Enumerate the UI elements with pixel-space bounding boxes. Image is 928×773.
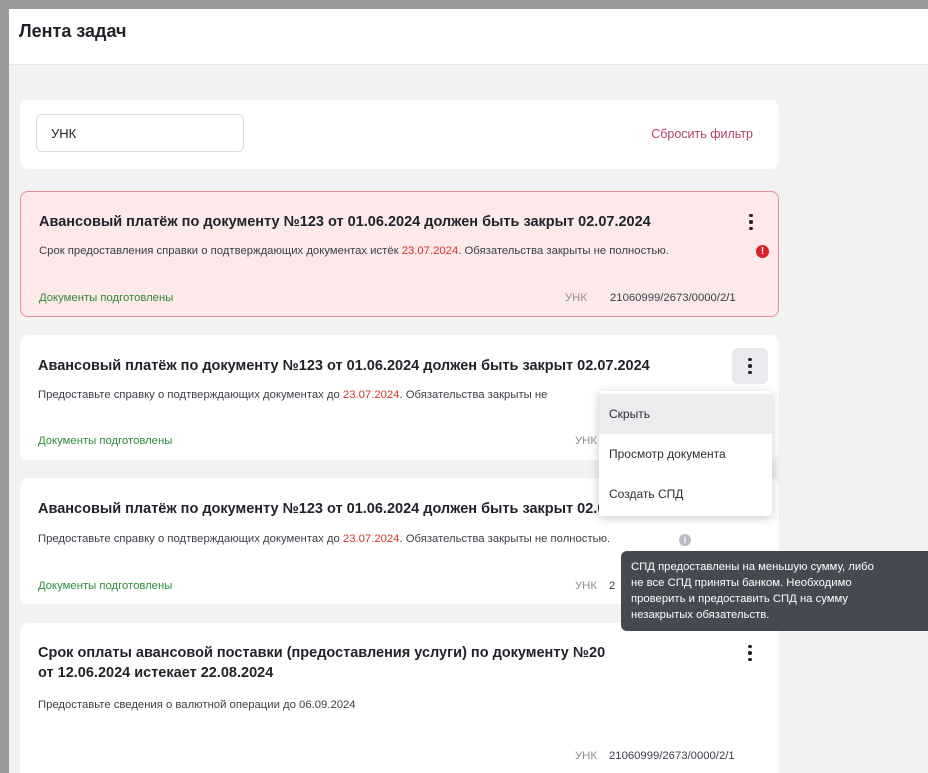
task-status: Документы подготовлены bbox=[39, 292, 174, 304]
tooltip-line: проверить и предоставить СПД на сумму bbox=[631, 593, 849, 605]
task-context-menu: Скрыть Просмотр документа Создать СПД bbox=[599, 391, 772, 516]
tooltip-line: не все СПД приняты банком. Необходимо bbox=[631, 577, 852, 589]
tooltip-line: СПД предоставлены на меньшую сумму, либо bbox=[631, 561, 874, 573]
task-title[interactable]: Срок оплаты авансовой поставки (предоста… bbox=[38, 643, 605, 683]
filter-panel: Сбросить фильтр bbox=[20, 100, 779, 169]
more-vertical-icon bbox=[748, 644, 752, 662]
tooltip-line: незакрытых обязательств. bbox=[631, 609, 770, 621]
more-vertical-icon bbox=[748, 357, 752, 375]
task-card: Авансовый платёж по документу №123 от 01… bbox=[20, 191, 779, 317]
unk-label: УНК bbox=[575, 435, 597, 447]
task-title-line: Срок оплаты авансовой поставки (предоста… bbox=[38, 645, 606, 661]
reset-filter-link[interactable]: Сбросить фильтр bbox=[651, 127, 753, 141]
deadline-date: 23.07.2024 bbox=[401, 245, 459, 257]
menu-item-create-spd[interactable]: Создать СПД bbox=[599, 474, 772, 514]
task-title[interactable]: Авансовый платёж по документу №123 от 01… bbox=[38, 356, 650, 376]
unk-value: 21060999/2673/0000/2/1 bbox=[610, 292, 736, 304]
page-header: Лента задач bbox=[9, 9, 928, 65]
task-description: Предоставьте справку о подтверждающих до… bbox=[38, 389, 548, 401]
info-tooltip: СПД предоставлены на меньшую сумму, либо… bbox=[621, 551, 928, 631]
task-status: Документы подготовлены bbox=[38, 580, 173, 592]
error-icon: ! bbox=[756, 245, 769, 258]
app-window: Лента задач Сбросить фильтр Авансовый пл… bbox=[9, 9, 928, 773]
unk-label: УНК bbox=[575, 750, 597, 762]
deadline-date: 23.07.2024 bbox=[342, 533, 400, 545]
deadline-date: 23.07.2024 bbox=[342, 389, 400, 401]
menu-item-hide[interactable]: Скрыть bbox=[599, 394, 772, 434]
task-menu-button[interactable] bbox=[732, 635, 768, 671]
unk-label: УНК bbox=[575, 580, 597, 592]
page-title: Лента задач bbox=[19, 21, 127, 41]
task-title[interactable]: Авансовый платёж по документу №123 от 01… bbox=[38, 499, 634, 519]
task-description: Предоставьте справку о подтверждающих до… bbox=[38, 533, 611, 545]
unk-label: УНК bbox=[565, 292, 587, 304]
task-description: Срок предоставления справки о подтвержда… bbox=[39, 245, 669, 257]
task-title[interactable]: Авансовый платёж по документу №123 от 01… bbox=[39, 212, 651, 232]
task-card: Срок оплаты авансовой поставки (предоста… bbox=[20, 623, 779, 773]
unk-value: 2 bbox=[609, 580, 616, 592]
task-description: Предоставьте сведения о валютной операци… bbox=[38, 699, 356, 711]
task-menu-button[interactable] bbox=[732, 348, 768, 384]
info-icon[interactable]: i bbox=[679, 534, 691, 546]
menu-item-view-document[interactable]: Просмотр документа bbox=[599, 434, 772, 474]
task-status: Документы подготовлены bbox=[38, 435, 173, 447]
unk-value: 21060999/2673/0000/2/1 bbox=[609, 750, 735, 762]
more-vertical-icon bbox=[749, 213, 753, 231]
task-title-line: от 12.06.2024 истекает 22.08.2024 bbox=[38, 665, 274, 681]
task-menu-button[interactable] bbox=[733, 204, 769, 240]
unk-filter-input[interactable] bbox=[36, 114, 244, 152]
